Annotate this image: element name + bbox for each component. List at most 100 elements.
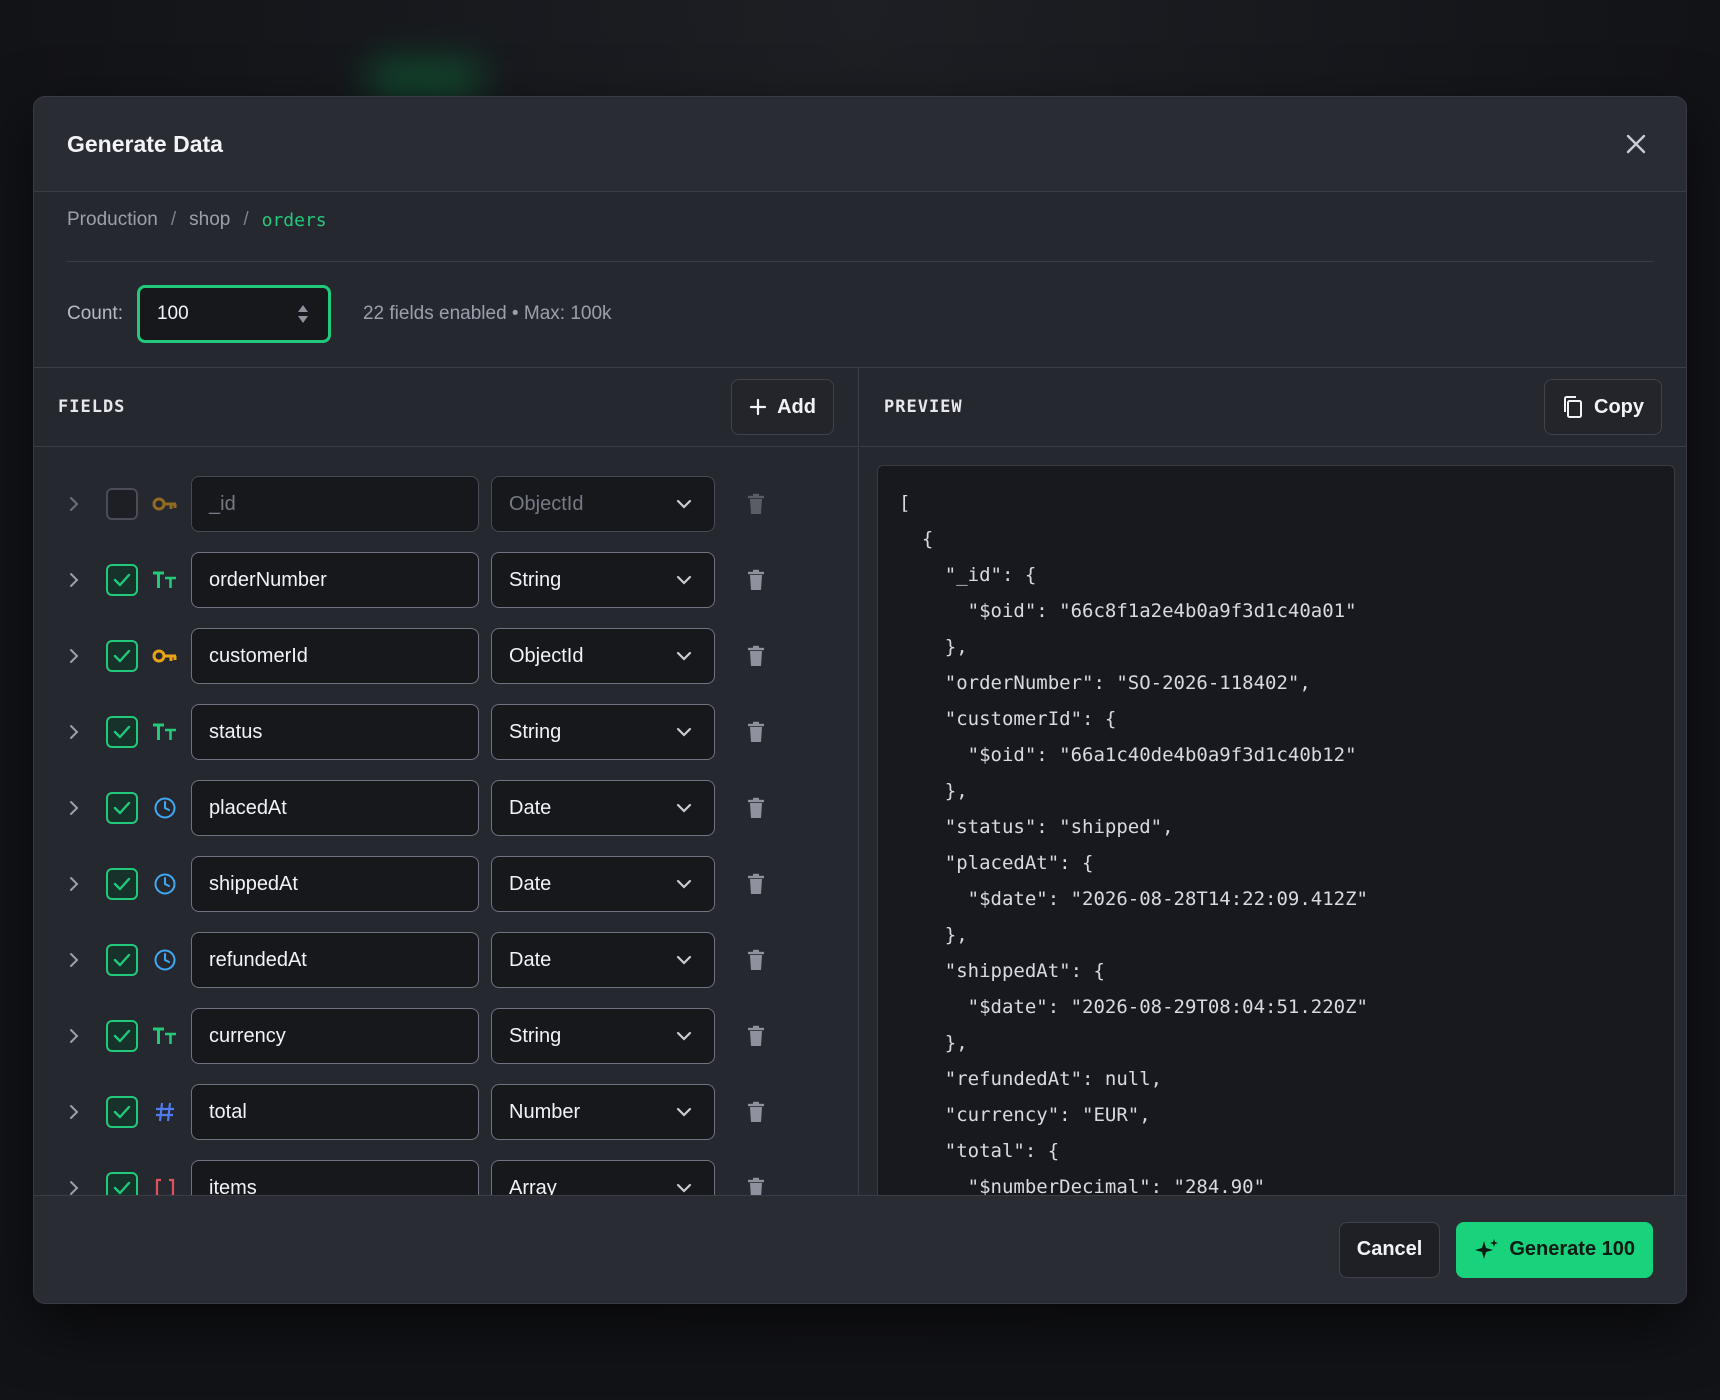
field-row: total Number: [34, 1074, 858, 1150]
close-button[interactable]: [1619, 127, 1653, 161]
expand-chevron-icon[interactable]: [66, 496, 82, 512]
field-name-input[interactable]: items: [191, 1160, 479, 1197]
cancel-button[interactable]: Cancel: [1338, 1221, 1441, 1278]
modal-footer: Cancel Generate 100: [34, 1195, 1686, 1303]
field-type-select[interactable]: ObjectId: [491, 476, 715, 532]
field-name-input[interactable]: refundedAt: [191, 932, 479, 988]
fields-title: FIELDS: [58, 397, 126, 417]
breadcrumb-database[interactable]: shop: [189, 209, 230, 231]
field-row: refundedAt Date: [34, 922, 858, 998]
field-type-select[interactable]: String: [491, 1008, 715, 1064]
delete-field-button[interactable]: [745, 1175, 767, 1197]
preview-pane-header: PREVIEW Copy: [860, 368, 1686, 447]
chevron-down-icon: [676, 499, 692, 509]
field-enabled-checkbox[interactable]: [106, 868, 138, 900]
expand-chevron-icon[interactable]: [66, 1028, 82, 1044]
count-row: Count: 100 22 fields enabled • Max: 100k: [67, 285, 612, 343]
field-name-input[interactable]: customerId: [191, 628, 479, 684]
breadcrumb: Production / shop / orders: [67, 209, 327, 231]
delete-field-button[interactable]: [745, 567, 767, 593]
field-enabled-checkbox[interactable]: [106, 1172, 138, 1197]
expand-chevron-icon[interactable]: [66, 1180, 82, 1196]
delete-field-button[interactable]: [745, 719, 767, 745]
count-input[interactable]: 100: [136, 285, 331, 343]
field-type-select[interactable]: Date: [491, 932, 715, 988]
chevron-down-icon: [676, 803, 692, 813]
field-row: status String: [34, 694, 858, 770]
field-type-select[interactable]: Date: [491, 856, 715, 912]
generate-label: Generate 100: [1509, 1238, 1635, 1260]
field-name-input[interactable]: currency: [191, 1008, 479, 1064]
chevron-down-icon: [676, 651, 692, 661]
preview-title: PREVIEW: [884, 397, 963, 417]
field-type-value: Date: [509, 796, 552, 819]
chevron-down-icon: [676, 955, 692, 965]
field-type-select[interactable]: ObjectId: [491, 628, 715, 684]
field-name-input[interactable]: orderNumber: [191, 552, 479, 608]
json-preview: [ { "_id": { "$oid": "66c8f1a2e4b0a9f3d1…: [877, 465, 1675, 1197]
expand-chevron-icon[interactable]: [66, 724, 82, 740]
field-type-value: String: [509, 720, 562, 743]
delete-field-button[interactable]: [745, 871, 767, 897]
field-row: currency String: [34, 998, 858, 1074]
delete-field-button[interactable]: [745, 1023, 767, 1049]
delete-field-button[interactable]: [745, 1099, 767, 1125]
expand-chevron-icon[interactable]: [66, 952, 82, 968]
field-type-value: Date: [509, 948, 552, 971]
field-name-input[interactable]: shippedAt: [191, 856, 479, 912]
expand-chevron-icon[interactable]: [66, 800, 82, 816]
field-name-input[interactable]: total: [191, 1084, 479, 1140]
field-name-input[interactable]: status: [191, 704, 479, 760]
field-enabled-checkbox[interactable]: [106, 488, 138, 520]
delete-field-button[interactable]: [745, 795, 767, 821]
check-icon: [113, 1105, 131, 1119]
trash-icon: [748, 1025, 764, 1046]
stepper-icon[interactable]: [296, 303, 310, 325]
field-enabled-checkbox[interactable]: [106, 1020, 138, 1052]
check-icon: [113, 573, 131, 587]
expand-chevron-icon[interactable]: [66, 876, 82, 892]
panes: FIELDS Add _id ObjectId orderNumber Stri…: [34, 367, 1686, 1197]
field-enabled-checkbox[interactable]: [106, 716, 138, 748]
add-field-button[interactable]: Add: [731, 379, 834, 435]
field-type-select[interactable]: String: [491, 704, 715, 760]
field-name-input[interactable]: _id: [191, 476, 479, 532]
field-type-value: String: [509, 568, 562, 591]
delete-field-button[interactable]: [745, 643, 767, 669]
field-name-input[interactable]: placedAt: [191, 780, 479, 836]
field-type-select[interactable]: String: [491, 552, 715, 608]
field-enabled-checkbox[interactable]: [106, 640, 138, 672]
generate-data-modal: Generate Data Production / shop / orders…: [33, 96, 1687, 1304]
field-type-value: String: [509, 1024, 562, 1047]
copy-button[interactable]: Copy: [1544, 379, 1662, 435]
text-type-icon: [150, 1021, 180, 1051]
expand-chevron-icon[interactable]: [66, 648, 82, 664]
field-type-select[interactable]: Array: [491, 1160, 715, 1197]
field-enabled-checkbox[interactable]: [106, 1096, 138, 1128]
brackets-icon: [150, 1173, 180, 1197]
field-row: customerId ObjectId: [34, 618, 858, 694]
hash-icon: [150, 1097, 180, 1127]
generate-button[interactable]: Generate 100: [1456, 1221, 1653, 1278]
expand-chevron-icon[interactable]: [66, 572, 82, 588]
field-enabled-checkbox[interactable]: [106, 944, 138, 976]
field-type-select[interactable]: Date: [491, 780, 715, 836]
breadcrumb-connection[interactable]: Production: [67, 209, 158, 231]
delete-field-button[interactable]: [745, 491, 767, 517]
copy-label: Copy: [1594, 395, 1644, 418]
field-type-value: Date: [509, 872, 552, 895]
field-type-select[interactable]: Number: [491, 1084, 715, 1140]
expand-chevron-icon[interactable]: [66, 1104, 82, 1120]
check-icon: [113, 1029, 131, 1043]
chevron-down-icon: [676, 1183, 692, 1193]
field-list: _id ObjectId orderNumber String customer…: [34, 448, 858, 1197]
key-icon: [150, 489, 180, 519]
trash-icon: [748, 645, 764, 666]
field-enabled-checkbox[interactable]: [106, 564, 138, 596]
fields-pane: FIELDS Add _id ObjectId orderNumber Stri…: [34, 368, 859, 1197]
check-icon: [113, 877, 131, 891]
check-icon: [113, 953, 131, 967]
field-enabled-checkbox[interactable]: [106, 792, 138, 824]
delete-field-button[interactable]: [745, 947, 767, 973]
check-icon: [113, 1181, 131, 1195]
